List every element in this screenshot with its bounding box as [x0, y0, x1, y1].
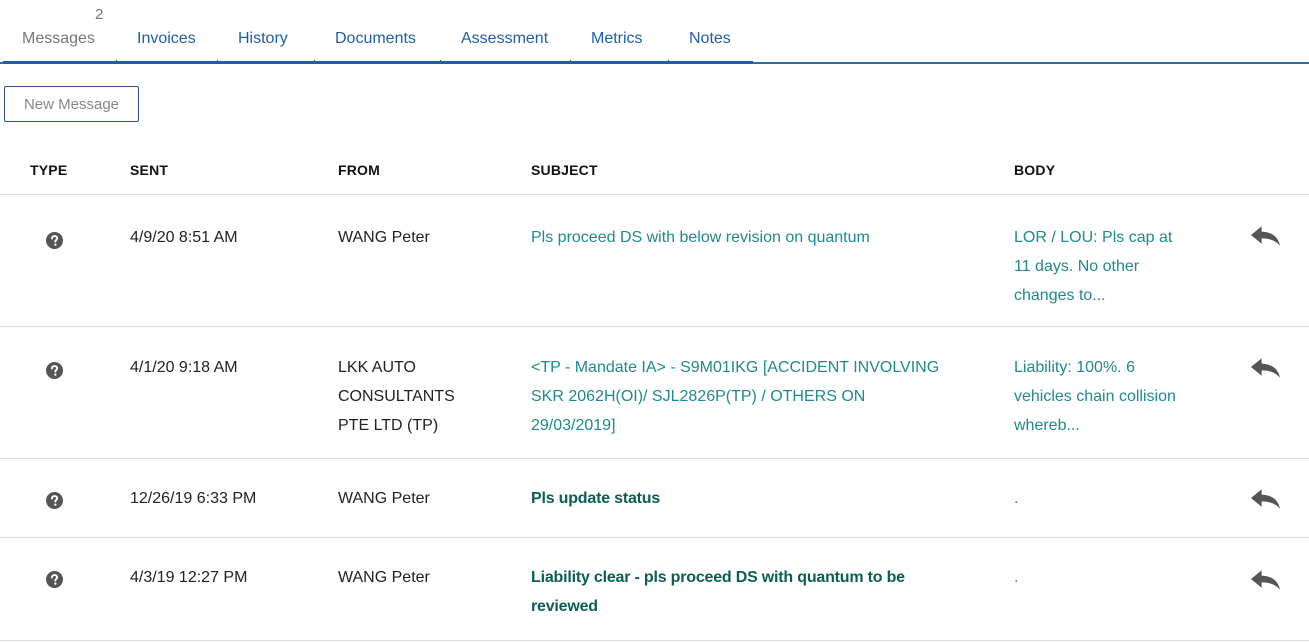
column-header-type[interactable]: TYPE — [30, 162, 67, 178]
tab-assessment[interactable]: Assessment — [461, 30, 548, 48]
row-divider — [0, 640, 1309, 641]
message-subject-link[interactable]: <TP - Mandate IA> - S9M01IKG [ACCIDENT I… — [531, 353, 939, 440]
tab-separator — [570, 60, 571, 64]
reply-icon[interactable] — [1250, 225, 1281, 247]
message-subject-link[interactable]: Liability clear - pls proceed DS with qu… — [531, 563, 905, 621]
message-from: WANG Peter — [338, 569, 430, 586]
reply-icon[interactable] — [1250, 569, 1281, 591]
message-from: LKK AUTO CONSULTANTS PTE LTD (TP) — [338, 359, 455, 434]
message-sent-time: 12/26/19 6:33 PM — [130, 490, 257, 507]
column-header-sent[interactable]: SENT — [130, 162, 168, 178]
message-from: WANG Peter — [338, 229, 430, 246]
tab-documents[interactable]: Documents — [335, 30, 416, 48]
messages-count-badge: 2 — [95, 6, 104, 23]
row-divider — [0, 326, 1309, 327]
question-circle-icon — [46, 362, 63, 379]
tab-separator — [116, 60, 117, 64]
column-header-from[interactable]: FROM — [338, 162, 380, 178]
new-message-button[interactable]: New Message — [4, 86, 139, 122]
reply-icon[interactable] — [1250, 488, 1281, 510]
message-body-preview[interactable]: . — [1014, 484, 1018, 513]
row-divider — [0, 537, 1309, 538]
message-body-preview[interactable]: Liability: 100%. 6 vehicles chain collis… — [1014, 353, 1176, 440]
question-circle-icon — [46, 492, 63, 509]
message-body-preview[interactable]: . — [1014, 563, 1018, 592]
tab-separator — [314, 60, 315, 64]
tab-separator — [217, 60, 218, 64]
column-header-subject[interactable]: SUBJECT — [531, 162, 598, 178]
tab-bar: 2 Messages Invoices History Documents As… — [0, 0, 1309, 66]
tab-separator — [440, 60, 441, 64]
question-circle-icon — [46, 571, 63, 588]
tab-invoices[interactable]: Invoices — [137, 30, 196, 48]
message-body-preview[interactable]: LOR / LOU: Pls cap at 11 days. No other … — [1014, 223, 1172, 310]
column-header-body[interactable]: BODY — [1014, 162, 1055, 178]
message-from: WANG Peter — [338, 490, 430, 507]
message-sent-time: 4/1/20 9:18 AM — [130, 359, 238, 376]
question-circle-icon — [46, 232, 63, 249]
tab-metrics[interactable]: Metrics — [591, 30, 643, 48]
message-sent-time: 4/3/19 12:27 PM — [130, 569, 248, 586]
tab-messages[interactable]: Messages — [22, 30, 95, 48]
tab-separator — [668, 60, 669, 64]
header-divider — [0, 194, 1309, 195]
message-subject-link[interactable]: Pls update status — [531, 484, 660, 513]
row-divider — [0, 458, 1309, 459]
message-subject-link[interactable]: Pls proceed DS with below revision on qu… — [531, 223, 870, 252]
reply-icon[interactable] — [1250, 357, 1281, 379]
tab-history[interactable]: History — [238, 30, 288, 48]
message-sent-time: 4/9/20 8:51 AM — [130, 229, 238, 246]
tab-notes[interactable]: Notes — [689, 30, 731, 48]
